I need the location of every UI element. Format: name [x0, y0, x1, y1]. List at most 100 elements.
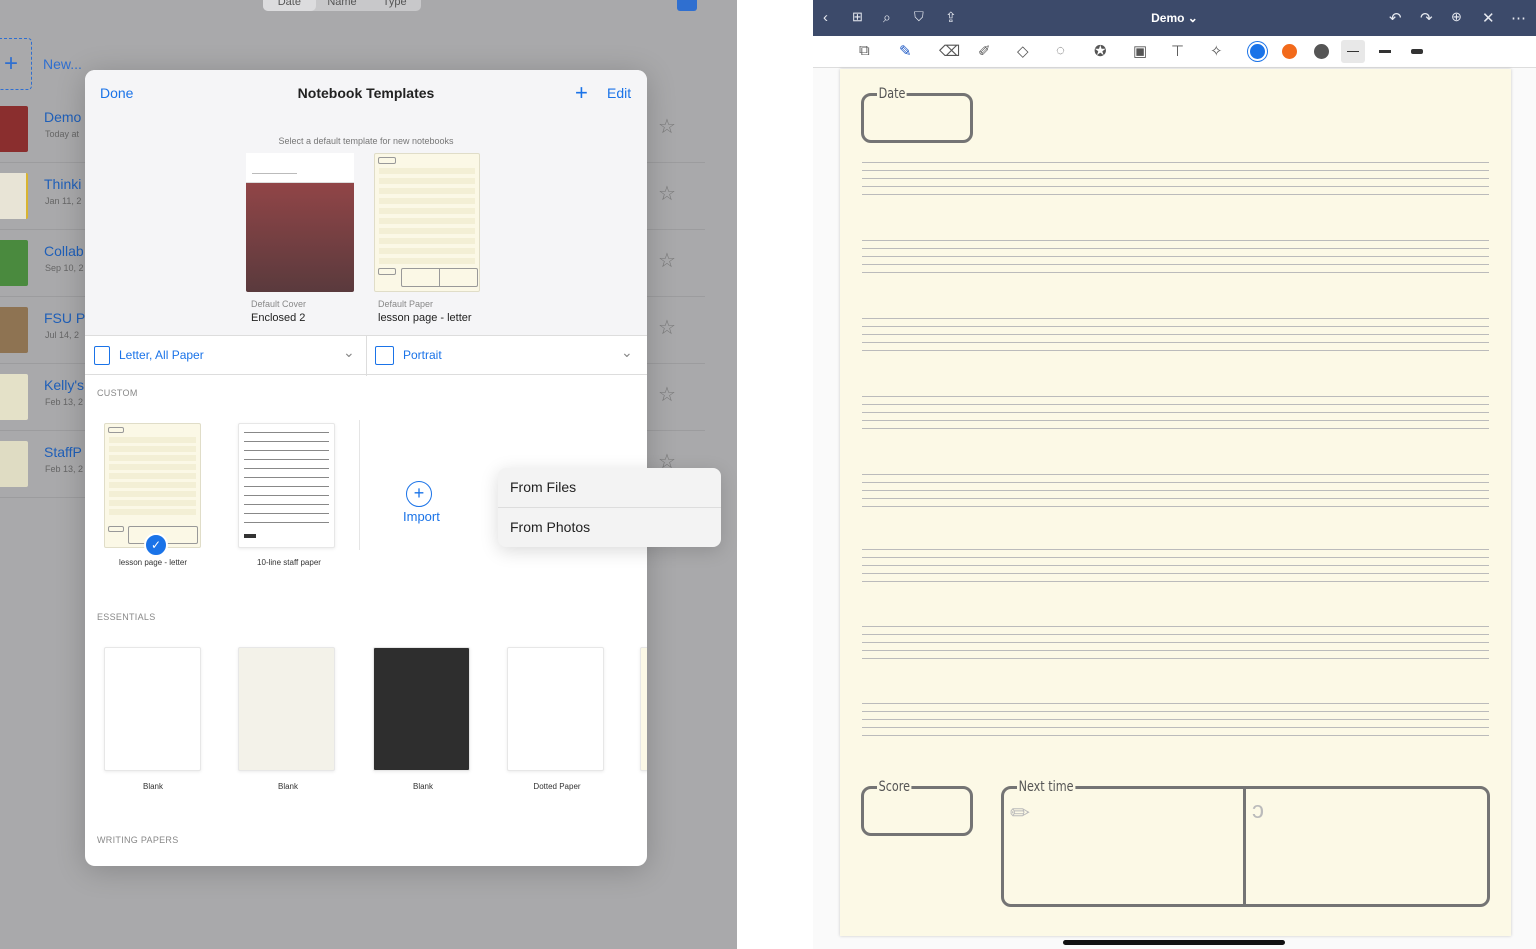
import-menu: From Files From Photos — [498, 468, 721, 547]
laser-pointer-icon[interactable]: ✧ — [1210, 42, 1223, 60]
essential-partial-tile[interactable] — [640, 647, 647, 771]
paper-options-row: Letter, All Paper ⌄ Portrait ⌄ — [85, 335, 647, 376]
essential-blank-dark[interactable] — [373, 647, 470, 771]
select-icon[interactable] — [677, 0, 697, 11]
new-notebook-button[interactable]: + — [0, 38, 32, 90]
notebook-title: Collab — [44, 243, 84, 259]
date-label: Date — [877, 86, 907, 102]
orientation-icon — [375, 346, 394, 365]
notebook-title: Kelly's — [44, 377, 85, 393]
staff-line-group — [862, 703, 1489, 736]
essential-blank-cream[interactable] — [238, 647, 335, 771]
staff-line-group — [862, 240, 1489, 273]
notebook-thumbnail — [0, 441, 28, 487]
elements-icon[interactable]: ✪ — [1094, 42, 1107, 60]
eraser-icon[interactable]: ⌫ — [939, 42, 960, 60]
orientation-selector[interactable]: Portrait — [403, 348, 442, 362]
notebook-date: Feb 13, 2 — [45, 397, 84, 407]
redo-icon[interactable]: ↷ — [1420, 9, 1433, 27]
staff-line-group — [862, 318, 1489, 351]
essentials-section-header: ESSENTIALS — [97, 612, 156, 622]
close-icon[interactable]: ✕ — [1482, 9, 1495, 27]
notebook-page[interactable]: Date Score Next time ✏ ↄ — [840, 69, 1511, 936]
notebook-thumbnail — [0, 374, 28, 420]
star-icon[interactable]: ☆ — [658, 114, 676, 139]
essential-dotted-paper[interactable] — [507, 647, 604, 771]
notebook-thumbnail — [0, 106, 28, 152]
color-swatch-orange[interactable] — [1282, 44, 1297, 59]
editor-screen: ‹ ⊞ ⌕ ⛉ ⇪ Demo ⌄ ↶ ↷ ⊕ ✕ ⋯ ⧉ ✎ ⌫ ✐ ◇ ◌ ✪… — [813, 0, 1536, 949]
notebook-thumbnail — [0, 240, 28, 286]
template-caption: lesson page - letter — [118, 558, 188, 567]
stroke-width-thick[interactable] — [1411, 49, 1423, 54]
sort-tab-date[interactable]: Date — [263, 0, 316, 11]
star-icon[interactable]: ☆ — [658, 382, 676, 407]
staff-line-group — [862, 474, 1489, 507]
notebook-date: Today at — [45, 129, 80, 139]
staff-line-group — [862, 549, 1489, 582]
add-template-icon[interactable]: + — [575, 80, 588, 106]
drawing-toolbar: ⧉ ✎ ⌫ ✐ ◇ ◌ ✪ ▣ ⊤ ✧ — [813, 36, 1536, 68]
custom-template-staff-paper[interactable] — [238, 423, 335, 548]
template-caption: Blank — [412, 782, 433, 791]
notebook-title: Demo — [44, 109, 82, 125]
shapes-icon[interactable]: ◇ — [1017, 42, 1029, 60]
home-indicator — [1063, 940, 1285, 945]
sort-segmented-control: Date Name Type — [263, 0, 421, 11]
ear-icon: ↄ — [1252, 797, 1264, 824]
default-template-section: Select a default template for new notebo… — [85, 116, 647, 335]
import-from-photos[interactable]: From Photos — [498, 508, 721, 548]
star-icon[interactable]: ☆ — [658, 248, 676, 273]
chevron-down-icon: ⌄ — [621, 344, 633, 360]
sort-tab-name[interactable]: Name — [316, 0, 369, 11]
selected-check-icon: ✓ — [144, 533, 168, 557]
template-caption: Dotted Paper — [533, 782, 581, 791]
highlighter-icon[interactable]: ✐ — [978, 42, 991, 60]
star-icon[interactable]: ☆ — [658, 181, 676, 206]
read-mode-icon[interactable]: ⧉ — [859, 42, 870, 59]
template-caption: Blank — [277, 782, 298, 791]
default-paper-name: lesson page - letter — [378, 312, 472, 324]
paper-size-selector[interactable]: Letter, All Paper — [119, 348, 204, 362]
text-icon[interactable]: ⊤ — [1171, 42, 1184, 60]
template-caption: Blank — [142, 782, 163, 791]
star-icon[interactable]: ☆ — [658, 315, 676, 340]
chevron-down-icon: ⌄ — [343, 344, 355, 360]
edit-button[interactable]: Edit — [607, 85, 631, 101]
next-time-label: Next time — [1017, 779, 1076, 795]
add-page-icon[interactable]: ⊕ — [1451, 9, 1462, 25]
select-hint: Select a default template for new notebo… — [278, 136, 454, 146]
color-swatch-blue[interactable] — [1250, 44, 1265, 59]
notebook-title: StaffP — [44, 444, 82, 460]
sort-tab-type[interactable]: Type — [368, 0, 421, 11]
notebook-title: FSU P — [44, 310, 86, 326]
notebook-thumbnail — [0, 307, 28, 353]
default-cover-caption: Default Cover — [251, 299, 307, 309]
image-icon[interactable]: ▣ — [1133, 42, 1147, 60]
default-paper-caption: Default Paper — [378, 299, 434, 309]
undo-icon[interactable]: ↶ — [1389, 9, 1402, 27]
notebook-date: Feb 13, 2 — [45, 464, 84, 474]
score-label: Score — [877, 779, 912, 795]
notebook-date: Sep 10, 2 — [45, 263, 84, 273]
modal-header: Done Notebook Templates + Edit — [85, 70, 647, 116]
import-icon[interactable]: + — [406, 481, 432, 507]
default-paper-thumbnail[interactable] — [374, 153, 480, 292]
more-icon[interactable]: ⋯ — [1511, 9, 1526, 27]
import-button[interactable]: Import — [403, 509, 440, 524]
new-notebook-label[interactable]: New... — [43, 56, 82, 72]
lasso-icon[interactable]: ◌ — [1056, 42, 1065, 59]
color-swatch-gray[interactable] — [1314, 44, 1329, 59]
stroke-width-medium[interactable] — [1379, 50, 1391, 53]
writing-papers-section-header: WRITING PAPERS — [97, 835, 179, 845]
modal-title: Notebook Templates — [297, 85, 435, 101]
staff-line-group — [862, 626, 1489, 659]
default-cover-thumbnail[interactable] — [246, 153, 354, 292]
staff-line-group — [862, 396, 1489, 429]
essential-blank-white[interactable] — [104, 647, 201, 771]
pen-icon[interactable]: ✎ — [899, 42, 912, 60]
import-from-files[interactable]: From Files — [498, 468, 721, 508]
stroke-width-thin[interactable] — [1341, 40, 1365, 63]
custom-template-lesson-page[interactable] — [104, 423, 201, 548]
default-cover-name: Enclosed 2 — [251, 312, 306, 324]
